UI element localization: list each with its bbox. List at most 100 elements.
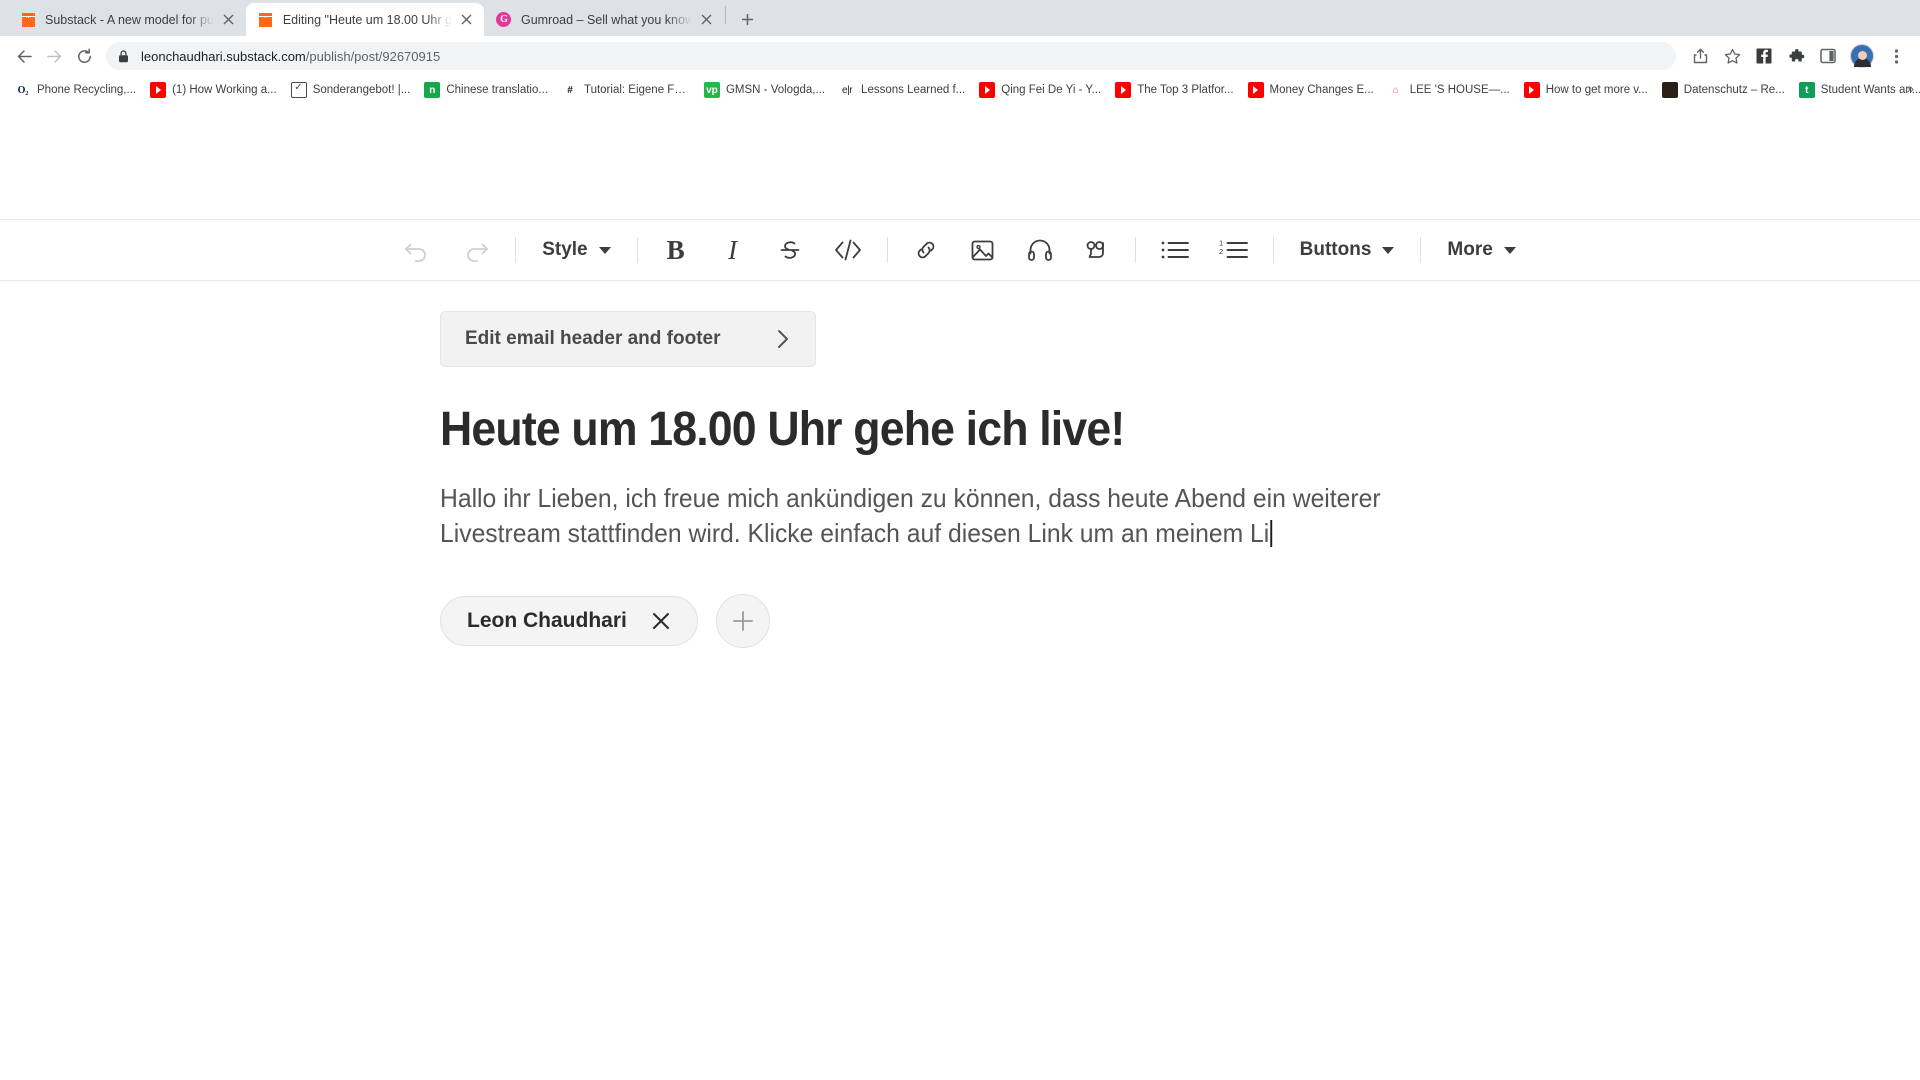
extensions-puzzle-icon[interactable]: [1782, 42, 1810, 70]
tab-close-icon[interactable]: [220, 11, 238, 29]
bold-label: B: [666, 234, 685, 265]
bookmark-item[interactable]: ⌂ LEE 'S HOUSE—...: [1381, 79, 1517, 101]
bookmark-label: How to get more v...: [1545, 84, 1648, 96]
post-body-text: Hallo ihr Lieben, ich freue mich ankündi…: [440, 482, 1381, 549]
bullet-list-icon[interactable]: [1152, 228, 1198, 272]
toolbar-divider: [886, 237, 888, 263]
strikethrough-icon[interactable]: [768, 228, 812, 272]
bookmark-label: GMSN - Vologda,...: [725, 84, 826, 96]
image-icon[interactable]: [961, 228, 1005, 272]
back-arrow-icon[interactable]: [10, 42, 38, 70]
browser-tab-2[interactable]: G Gumroad – Sell what you know: [484, 3, 724, 36]
forward-arrow-icon[interactable]: [40, 42, 68, 70]
style-dropdown[interactable]: Style: [532, 228, 620, 272]
headphones-icon[interactable]: [1018, 228, 1062, 272]
code-icon[interactable]: [825, 228, 871, 272]
toolbar-divider: [1272, 237, 1274, 263]
side-panel-icon[interactable]: [1814, 42, 1842, 70]
lock-icon: [118, 49, 132, 63]
address-bar[interactable]: leonchaudhari.substack.com/publish/post/…: [106, 42, 1676, 70]
italic-button[interactable]: I: [711, 228, 755, 272]
tab-close-icon[interactable]: [698, 11, 716, 29]
chevron-down-icon: [1503, 246, 1516, 254]
bookmark-item[interactable]: # Tutorial: Eigene Fa...: [555, 79, 697, 101]
youtube-icon: [1247, 82, 1264, 98]
green-circle-icon: n: [424, 82, 441, 98]
tab-close-icon[interactable]: [458, 11, 476, 29]
bookmark-label: (1) How Working a...: [172, 84, 277, 96]
substack-favicon: [20, 12, 36, 28]
page-viewport: Style B I 1 2 Buttons More Edit email he…: [0, 104, 1920, 1080]
substack-favicon: [258, 12, 274, 28]
editor-toolbar: Style B I 1 2 Buttons More: [0, 219, 1920, 281]
facebook-extension-icon[interactable]: [1750, 42, 1778, 70]
tab-separator: [724, 5, 726, 24]
bookmark-label: Phone Recycling,...: [37, 84, 137, 96]
bookmark-item[interactable]: t Student Wants an...: [1792, 79, 1920, 101]
byline-row: Leon Chaudhari: [440, 593, 1920, 648]
bookmark-item[interactable]: vp GMSN - Vologda,...: [697, 79, 832, 101]
post-title[interactable]: Heute um 18.00 Uhr gehe ich live!: [440, 403, 1816, 457]
bookmark-item[interactable]: Datenschutz – Re...: [1655, 79, 1792, 101]
edit-email-header-footer-label: Edit email header and footer: [465, 328, 721, 349]
edit-email-header-footer-button[interactable]: Edit email header and footer: [440, 311, 816, 367]
italic-label: I: [728, 234, 738, 265]
youtube-icon: [1523, 82, 1540, 98]
chevron-right-icon: [775, 327, 791, 351]
url-path: /publish/post/92670915: [305, 48, 441, 64]
bookmark-item[interactable]: Sonderangebot! |...: [284, 79, 418, 101]
post-editor-canvas: Edit email header and footer Heute um 18…: [0, 281, 1920, 1080]
browser-tab-1[interactable]: Editing "Heute um 18.00 Uhr g: [245, 3, 484, 36]
bookmark-item[interactable]: e|r Lessons Learned f...: [832, 79, 972, 101]
youtube-icon: [150, 82, 167, 98]
browser-window: Substack - A new model for pu Editing "H…: [0, 0, 1920, 1080]
bookmark-item[interactable]: Qing Fei De Yi - Y...: [972, 79, 1108, 101]
close-x-icon[interactable]: [651, 611, 671, 631]
bookmark-item[interactable]: (1) How Working a...: [143, 79, 284, 101]
style-dropdown-label: Style: [542, 239, 588, 260]
new-tab-button[interactable]: [733, 4, 763, 34]
bookmark-item[interactable]: O₂ Phone Recycling,...: [8, 79, 143, 101]
bookmark-item[interactable]: How to get more v...: [1517, 79, 1655, 101]
buttons-dropdown[interactable]: Buttons: [1290, 228, 1405, 272]
toolbar-divider: [1134, 237, 1136, 263]
share-icon[interactable]: [1686, 42, 1714, 70]
undo-icon[interactable]: [394, 228, 440, 272]
post-body[interactable]: Hallo ihr Lieben, ich freue mich ankündi…: [440, 481, 1428, 552]
browser-tab-0[interactable]: Substack - A new model for pu: [8, 3, 246, 36]
bookmark-label: LEE 'S HOUSE—...: [1409, 84, 1510, 96]
quote-icon[interactable]: [1075, 228, 1119, 272]
reload-arrow-icon[interactable]: [70, 42, 98, 70]
link-icon[interactable]: [904, 228, 948, 272]
bookmark-star-icon[interactable]: [1718, 42, 1746, 70]
bookmark-item[interactable]: Money Changes E...: [1241, 79, 1381, 101]
author-chip[interactable]: Leon Chaudhari: [440, 595, 698, 646]
er-icon: e|r: [839, 82, 856, 98]
check-icon: [290, 82, 307, 98]
more-dropdown[interactable]: More: [1437, 228, 1525, 272]
page-top-spacer: [0, 104, 1920, 219]
profile-avatar[interactable]: [1850, 44, 1874, 68]
bookmark-label: Chinese translatio...: [446, 84, 548, 96]
buttons-dropdown-label: Buttons: [1299, 239, 1372, 260]
bold-button[interactable]: B: [654, 228, 698, 272]
url-text: leonchaudhari.substack.com/publish/post/…: [141, 49, 440, 64]
numbered-list-icon[interactable]: 1 2: [1211, 228, 1257, 272]
bookmark-label: Datenschutz – Re...: [1683, 84, 1785, 96]
bookmarks-overflow-icon[interactable]: »: [1907, 81, 1914, 96]
add-author-button[interactable]: [715, 593, 770, 648]
redo-icon[interactable]: [453, 228, 499, 272]
dark-thumbnail-icon: [1661, 82, 1678, 98]
toolbar-divider: [515, 237, 517, 263]
chrome-menu-icon[interactable]: [1882, 42, 1910, 70]
airbnb-icon: ⌂: [1387, 82, 1404, 98]
bookmark-item[interactable]: The Top 3 Platfor...: [1108, 79, 1240, 101]
o2-icon: O₂: [15, 82, 31, 98]
bookmark-label: Money Changes E...: [1269, 84, 1374, 96]
youtube-icon: [1115, 82, 1132, 98]
more-dropdown-label: More: [1447, 239, 1493, 260]
author-name: Leon Chaudhari: [467, 608, 627, 632]
bookmark-item[interactable]: n Chinese translatio...: [417, 79, 555, 101]
toolbar-divider: [1420, 237, 1422, 263]
tab-title: Substack - A new model for pu: [45, 12, 214, 27]
